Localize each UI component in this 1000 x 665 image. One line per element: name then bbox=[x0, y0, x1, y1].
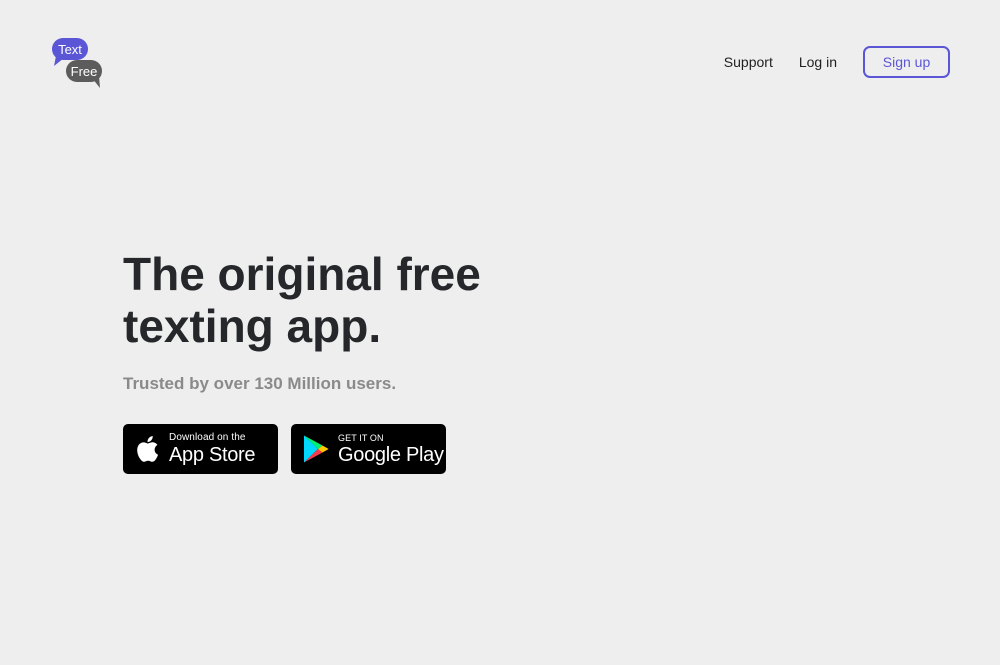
google-play-icon bbox=[302, 434, 330, 464]
logo-bubbles-icon: Text Free bbox=[52, 38, 102, 88]
textfree-logo[interactable]: Text Free bbox=[52, 38, 104, 90]
store-badges: Download on the App Store GET IT ON Goog… bbox=[123, 424, 543, 474]
support-link[interactable]: Support bbox=[724, 54, 773, 70]
google-play-small-text: GET IT ON bbox=[338, 432, 384, 443]
hero-section: The original free texting app. Trusted b… bbox=[123, 248, 543, 474]
hero-subline: Trusted by over 130 Million users. bbox=[123, 374, 397, 393]
app-store-badge-text: Download on the App Store bbox=[169, 432, 256, 466]
logo-text-line1: Text bbox=[58, 42, 82, 57]
app-store-big-text: App Store bbox=[169, 444, 256, 466]
hero-headline: The original free texting app. bbox=[123, 248, 543, 352]
google-play-badge[interactable]: GET IT ON Google Play bbox=[291, 424, 446, 474]
google-play-big-text: Google Play bbox=[338, 443, 444, 466]
logo-text-line2: Free bbox=[71, 64, 98, 79]
apple-icon bbox=[134, 435, 160, 463]
hero-headline-line2: texting app. bbox=[123, 300, 382, 352]
app-store-small-text: Download on the bbox=[169, 432, 246, 443]
app-store-badge[interactable]: Download on the App Store bbox=[123, 424, 278, 474]
top-nav: Support Log in Sign up bbox=[724, 46, 950, 78]
login-link[interactable]: Log in bbox=[799, 54, 837, 70]
signup-button[interactable]: Sign up bbox=[863, 46, 950, 78]
hero-headline-line1: The original free bbox=[123, 248, 481, 300]
google-play-badge-text: GET IT ON Google Play bbox=[338, 432, 444, 466]
